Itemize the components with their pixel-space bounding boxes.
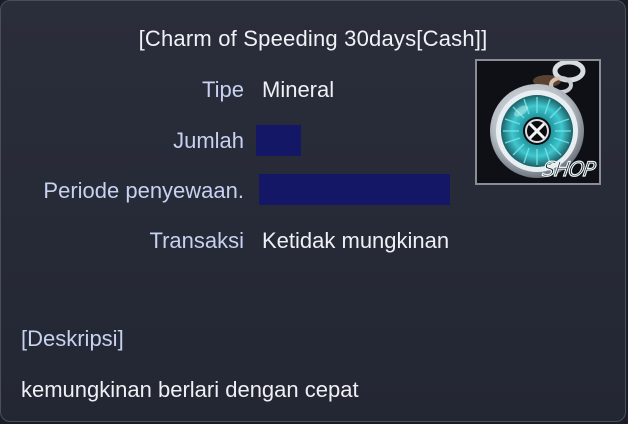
type-value: Mineral <box>262 77 335 102</box>
transaction-value: Ketidak mungkinan <box>262 228 450 253</box>
description-heading: [Deskripsi] <box>21 326 124 351</box>
rental-period-value-redacted <box>259 174 450 205</box>
quantity-value-redacted <box>256 125 301 156</box>
description-text: kemungkinan berlari dengan cepat <box>21 377 359 402</box>
transaction-label: Transaksi <box>149 228 244 253</box>
item-title: [Charm of Speeding 30days[Cash]] <box>138 26 488 51</box>
speed-charm-eye-icon: SHOP <box>475 59 601 185</box>
item-tooltip: [Charm of Speeding 30days[Cash]] Tipe Mi… <box>0 0 626 422</box>
shop-badge: SHOP <box>541 156 597 181</box>
type-label: Tipe <box>202 77 244 102</box>
quantity-label: Jumlah <box>173 128 244 153</box>
rental-period-label: Periode penyewaan. <box>43 178 244 203</box>
